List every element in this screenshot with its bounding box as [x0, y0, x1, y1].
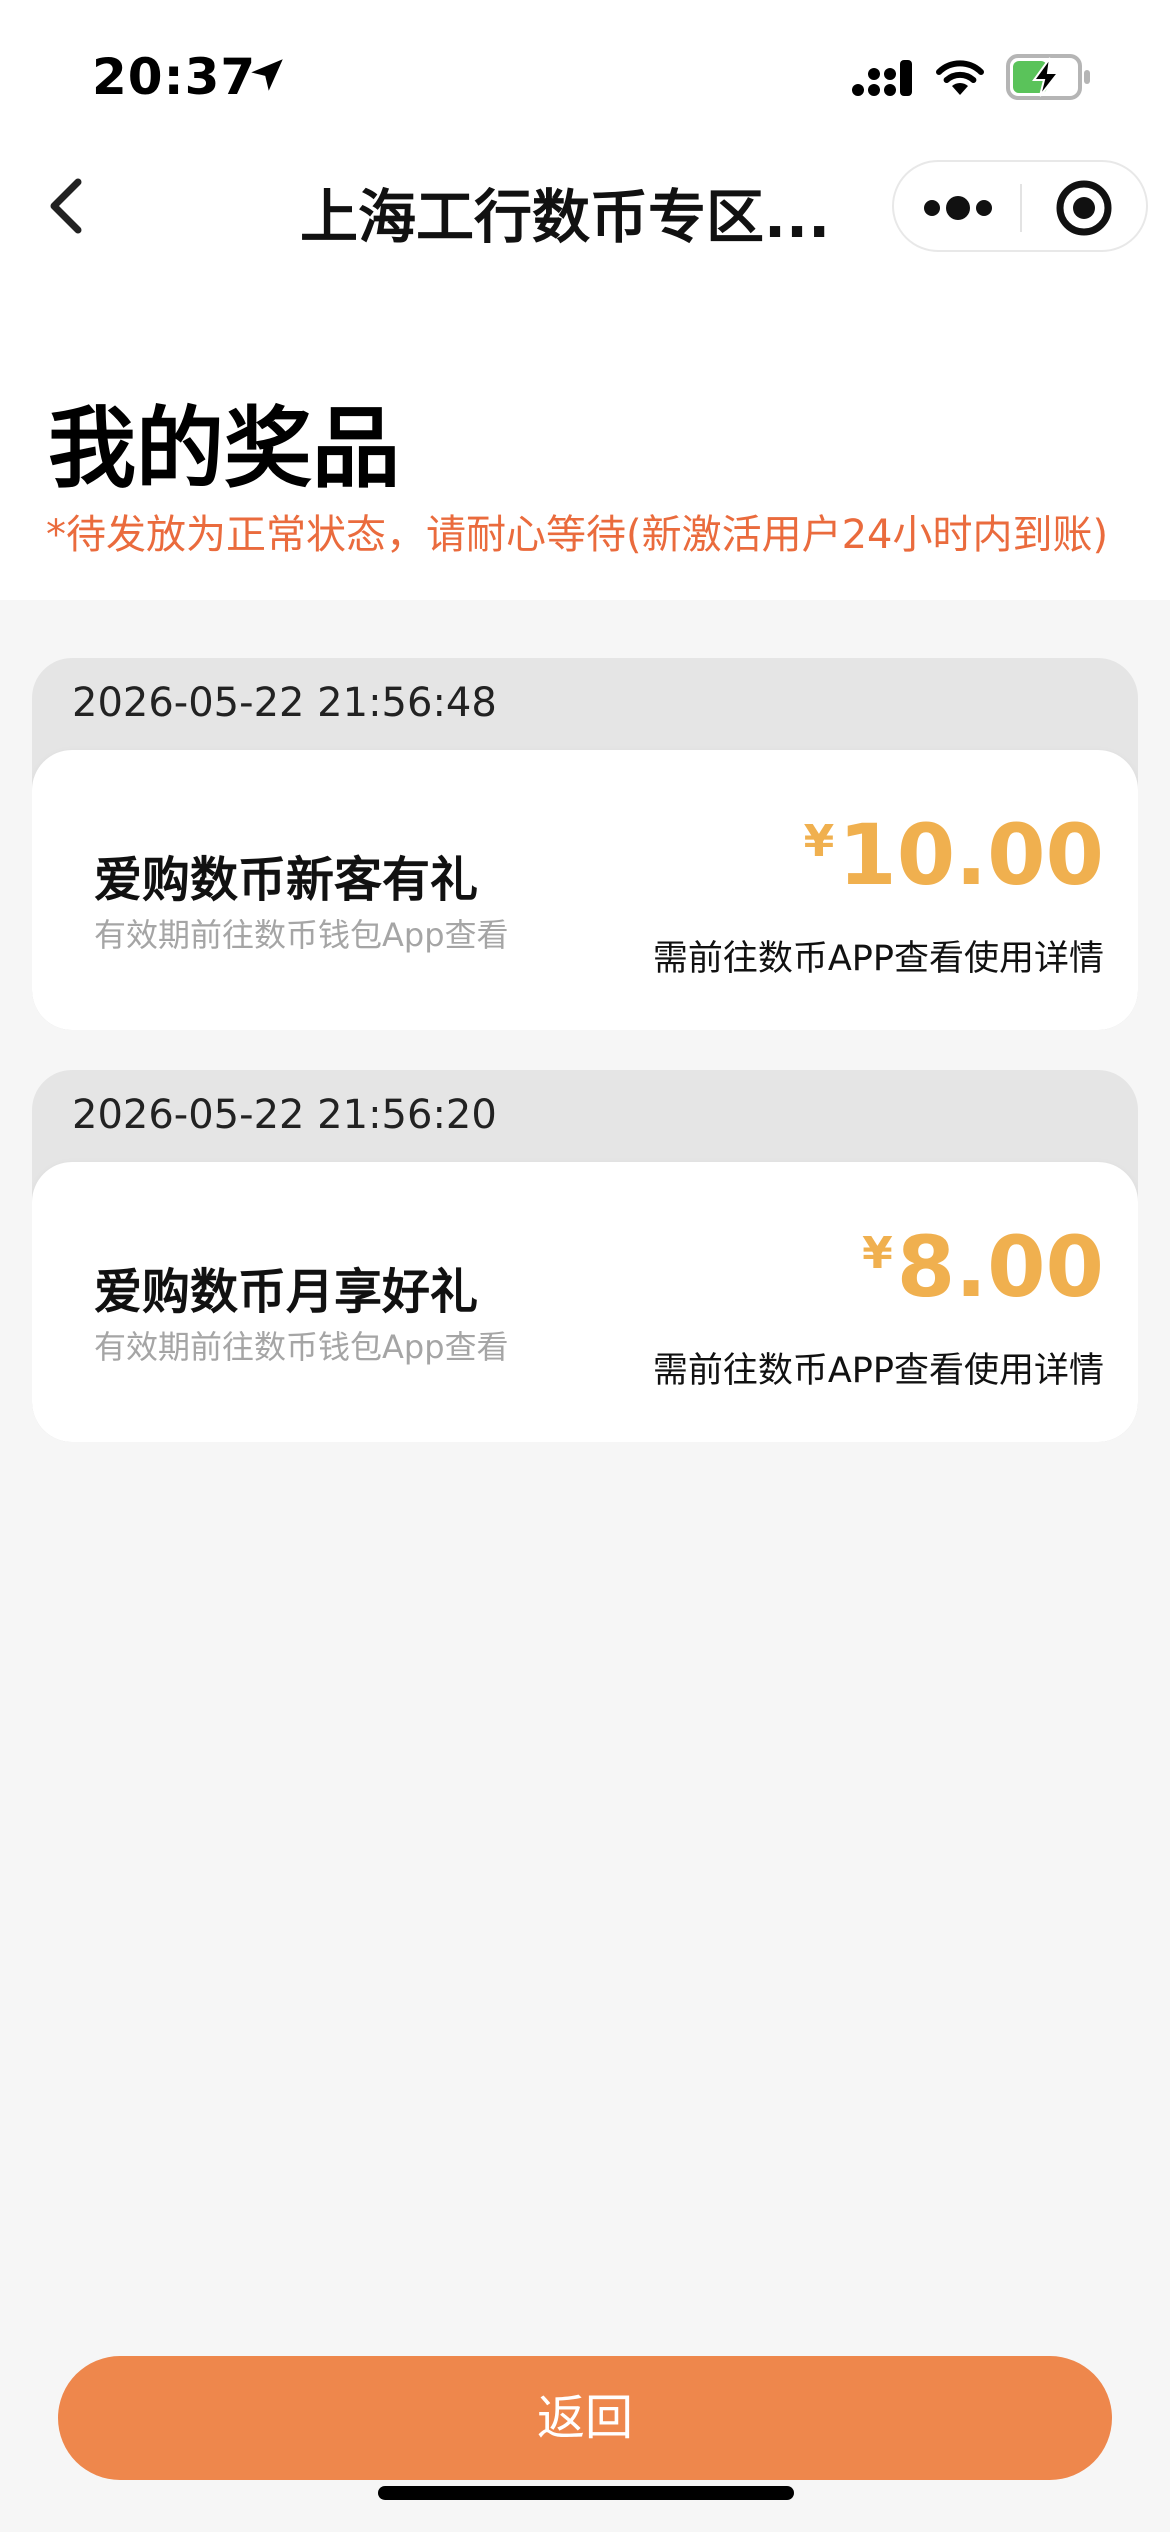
- prize-card[interactable]: 2026-05-22 21:56:20 爱购数币月享好礼 有效期前往数币钱包Ap…: [32, 1070, 1138, 1442]
- nav-bar: 上海工行数币专区...: [0, 140, 1170, 270]
- more-dots-icon[interactable]: [920, 184, 996, 232]
- return-button[interactable]: 返回: [58, 2356, 1112, 2480]
- home-indicator[interactable]: [378, 2486, 794, 2500]
- location-arrow-icon: [251, 59, 283, 91]
- nav-title: 上海工行数币专区...: [300, 183, 831, 251]
- chevron-left-icon[interactable]: [44, 176, 88, 236]
- prize-price: ¥10.00: [804, 806, 1104, 904]
- prize-card-body: 爱购数币新客有礼 有效期前往数币钱包App查看 ¥10.00 需前往数币APP查…: [32, 750, 1138, 1030]
- capsule-divider: [1020, 184, 1022, 232]
- mini-program-capsule: [892, 160, 1148, 252]
- currency-symbol: ¥: [862, 1228, 893, 1279]
- battery-charging-icon: [1006, 54, 1090, 100]
- currency-symbol: ¥: [803, 816, 835, 867]
- status-bar: 20:37: [0, 0, 1170, 140]
- prize-date: 2026-05-22 21:56:20: [72, 1092, 497, 1138]
- prize-amount: 8.00: [896, 1218, 1104, 1316]
- wifi-icon: [936, 60, 984, 95]
- page-title: 我的奖品: [48, 397, 401, 500]
- notice-text: *待发放为正常状态，请耐心等待(新激活用户24小时内到账): [46, 512, 1109, 558]
- prize-name: 爱购数币新客有礼: [94, 852, 479, 908]
- record-target-icon[interactable]: [1054, 178, 1114, 238]
- prize-amount: 10.00: [838, 806, 1104, 904]
- prize-price: ¥8.00: [862, 1218, 1104, 1316]
- cellular-signal-icon: [852, 60, 912, 96]
- prize-validity: 有效期前往数币钱包App查看: [94, 916, 509, 954]
- prize-hint: 需前往数币APP查看使用详情: [652, 1351, 1104, 1391]
- prize-validity: 有效期前往数币钱包App查看: [94, 1328, 509, 1366]
- prize-card[interactable]: 2026-05-22 21:56:48 爱购数币新客有礼 有效期前往数币钱包Ap…: [32, 658, 1138, 1030]
- prize-hint: 需前往数币APP查看使用详情: [652, 939, 1104, 979]
- status-time: 20:37: [92, 48, 257, 106]
- prize-name: 爱购数币月享好礼: [94, 1264, 479, 1320]
- header-area: 20:37 上海工行数币专区... 我的奖品 *待发放为正常状态，请耐心等待(新…: [0, 0, 1170, 600]
- prize-card-body: 爱购数币月享好礼 有效期前往数币钱包App查看 ¥8.00 需前往数币APP查看…: [32, 1162, 1138, 1442]
- prize-date: 2026-05-22 21:56:48: [72, 680, 497, 726]
